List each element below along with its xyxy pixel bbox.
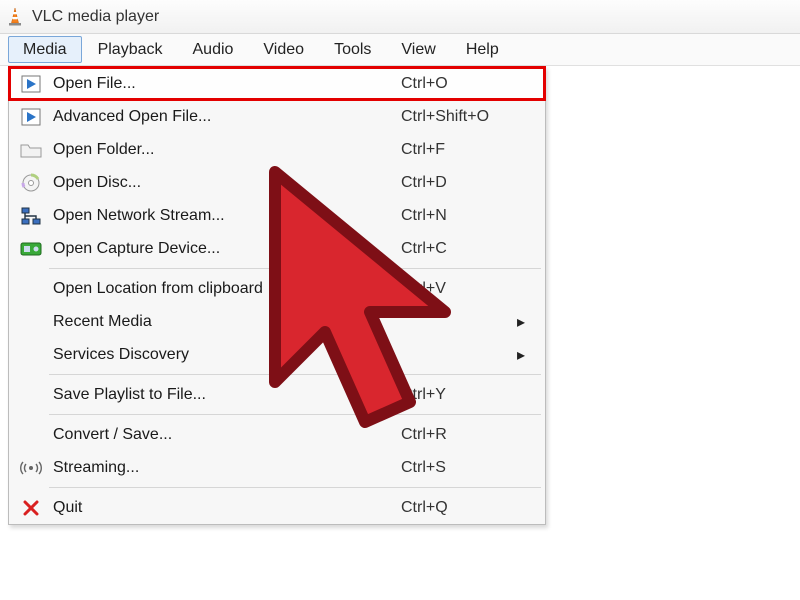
- menuitem-shortcut: Ctrl+R: [401, 426, 511, 444]
- menu-tools[interactable]: Tools: [320, 34, 385, 65]
- menuitem-label: Convert / Save...: [53, 426, 401, 444]
- menu-view[interactable]: View: [387, 34, 449, 65]
- menuitem-shortcut: Ctrl+N: [401, 207, 511, 225]
- menuitem-label: Save Playlist to File...: [53, 386, 401, 404]
- menuitem-label: Services Discovery: [53, 346, 401, 364]
- menuitem-advanced-open-file[interactable]: Advanced Open File...Ctrl+Shift+O: [9, 100, 545, 133]
- menuitem-services-discovery[interactable]: Services Discovery ▸: [9, 338, 545, 371]
- menuitem-icon-slot: [9, 241, 53, 257]
- menuitem-shortcut: Ctrl+Q: [401, 499, 511, 517]
- menu-media[interactable]: Media: [8, 36, 82, 63]
- menuitem-shortcut: Ctrl+D: [401, 174, 511, 192]
- menuitem-label: Open File...: [53, 75, 401, 93]
- menuitem-shortcut: Ctrl+S: [401, 459, 511, 477]
- menu-separator: [49, 487, 541, 488]
- play-file-icon: [21, 75, 41, 93]
- menuitem-open-network-stream[interactable]: Open Network Stream...Ctrl+N: [9, 199, 545, 232]
- menuitem-icon-slot: [9, 207, 53, 225]
- submenu-arrow-icon: ▸: [511, 345, 525, 365]
- menuitem-quit[interactable]: QuitCtrl+Q: [9, 491, 545, 524]
- menu-video[interactable]: Video: [249, 34, 318, 65]
- menuitem-icon-slot: [9, 108, 53, 126]
- menuitem-label: Open Folder...: [53, 141, 401, 159]
- menuitem-open-disc[interactable]: Open Disc...Ctrl+D: [9, 166, 545, 199]
- menuitem-label: Open Disc...: [53, 174, 401, 192]
- menu-separator: [49, 414, 541, 415]
- network-icon: [20, 207, 42, 225]
- menuitem-icon-slot: [9, 142, 53, 158]
- menuitem-open-folder[interactable]: Open Folder...Ctrl+F: [9, 133, 545, 166]
- menuitem-convert-save[interactable]: Convert / Save...Ctrl+R: [9, 418, 545, 451]
- menuitem-shortcut: Ctrl+Y: [401, 386, 511, 404]
- menuitem-open-capture-device[interactable]: Open Capture Device...Ctrl+C: [9, 232, 545, 265]
- menuitem-label: Advanced Open File...: [53, 108, 401, 126]
- menuitem-label: Open Location from clipboard: [53, 280, 401, 298]
- menu-separator: [49, 374, 541, 375]
- menubar: MediaPlaybackAudioVideoToolsViewHelp: [0, 34, 800, 66]
- submenu-arrow-icon: ▸: [511, 312, 525, 332]
- menuitem-streaming[interactable]: Streaming...Ctrl+S: [9, 451, 545, 484]
- disc-icon: [21, 173, 41, 193]
- menuitem-save-playlist-to-file[interactable]: Save Playlist to File...Ctrl+Y: [9, 378, 545, 411]
- menuitem-open-location-from-clipboard[interactable]: Open Location from clipboardCtrl+V: [9, 272, 545, 305]
- menu-audio[interactable]: Audio: [179, 34, 248, 65]
- quit-icon: [23, 500, 39, 516]
- menuitem-label: Recent Media: [53, 313, 401, 331]
- menu-playback[interactable]: Playback: [84, 34, 177, 65]
- menuitem-icon-slot: [9, 75, 53, 93]
- menuitem-label: Quit: [53, 499, 401, 517]
- window-title: VLC media player: [32, 8, 159, 26]
- menuitem-shortcut: Ctrl+Shift+O: [401, 108, 511, 126]
- menuitem-icon-slot: [9, 173, 53, 193]
- menuitem-icon-slot: [9, 500, 53, 516]
- menu-separator: [49, 268, 541, 269]
- media-dropdown-menu: Open File...Ctrl+OAdvanced Open File...C…: [8, 66, 546, 525]
- folder-icon: [20, 142, 42, 158]
- menuitem-recent-media[interactable]: Recent Media ▸: [9, 305, 545, 338]
- content-area: Open File...Ctrl+OAdvanced Open File...C…: [0, 66, 800, 600]
- stream-icon: [20, 460, 42, 476]
- capture-icon: [20, 241, 42, 257]
- menuitem-icon-slot: [9, 460, 53, 476]
- menuitem-label: Streaming...: [53, 459, 401, 477]
- menuitem-shortcut: Ctrl+C: [401, 240, 511, 258]
- vlc-cone-icon: [6, 7, 24, 27]
- menuitem-label: Open Network Stream...: [53, 207, 401, 225]
- menuitem-shortcut: Ctrl+V: [401, 280, 511, 298]
- menuitem-shortcut: Ctrl+O: [401, 75, 511, 93]
- play-file-icon: [21, 108, 41, 126]
- menuitem-label: Open Capture Device...: [53, 240, 401, 258]
- titlebar: VLC media player: [0, 0, 800, 34]
- menuitem-shortcut: Ctrl+F: [401, 141, 511, 159]
- menuitem-open-file[interactable]: Open File...Ctrl+O: [9, 67, 545, 100]
- menu-help[interactable]: Help: [452, 34, 513, 65]
